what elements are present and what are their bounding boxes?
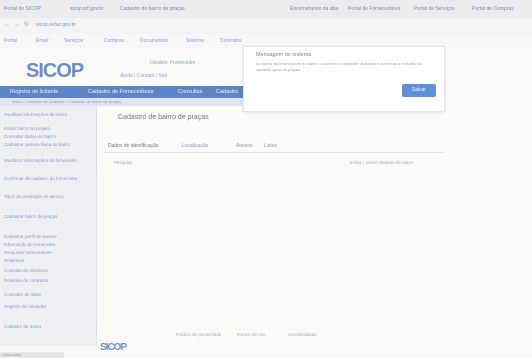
menu-item-cadastro-fornecedores[interactable]: Cadastro de Fornecedores [88,86,153,98]
bookmark[interactable]: Compras [104,36,124,46]
browser-tab[interactable]: Portal de Fornecedores [348,4,408,14]
bookmark[interactable]: Portal [4,36,17,46]
content-panel [100,172,450,322]
tab-anexos[interactable]: Anexos [236,143,253,149]
search-link[interactable]: Pesquisa [114,160,133,165]
footer-link-accessibility[interactable]: Acessibilidade [288,332,317,337]
reload-icon[interactable]: ↻ [24,21,29,28]
bookmark[interactable]: Contratos [220,36,242,46]
content-tabs: Dados de identificação Localização Anexo… [104,140,444,153]
tab-localizacao[interactable]: Localização [182,143,208,149]
bookmark[interactable]: Email [36,36,49,46]
sidebar-item[interactable]: Consultar dados do bairro [4,134,92,140]
forward-icon[interactable]: → [14,22,20,28]
header-links[interactable]: Ajuda | Contato | Sair [120,73,167,79]
back-icon[interactable]: ← [4,22,10,28]
tab-identificacao[interactable]: Dados de identificação [108,143,159,149]
sidebar-item[interactable]: Tipos de prestação de serviço [4,194,92,200]
dialog-save-button[interactable]: Salvar [402,84,436,97]
status-bar: Conectado [0,352,64,358]
page-title: Cadastro de bairro de praças [118,114,209,121]
sidebar-item[interactable]: Cadastrar bairro de praças [4,214,92,220]
sidebar-item[interactable]: Registro de unidades [4,304,92,310]
footer-link-privacy[interactable]: Política de privacidade [176,332,221,337]
sidebar-item[interactable]: Relatórios [4,258,92,264]
menu-item-registro[interactable]: Registro de licitante [10,86,58,98]
browser-tab[interactable]: Portal do SICOP [4,4,64,14]
dialog-title: Mensagem do sistema [256,52,312,58]
sidebar-item[interactable]: Confirmar de cadastro do fornecedor [4,176,92,182]
sidebar-item[interactable]: Consultar de listas [4,292,92,298]
system-dialog: Mensagem do sistema Ao salvar as informa… [243,46,445,112]
logo-text: SICOP [26,60,84,82]
browser-tab[interactable]: Portal de Serviços [414,4,466,14]
url-field[interactable]: sicop.sefaz.gov.br [36,22,76,28]
sidebar-item[interactable]: Cadastrar perfil de acesso [4,234,92,240]
footer-logo: SICOP [100,342,127,353]
browser-tab[interactable]: sicop.srf.gov.br [70,4,114,14]
sidebar-item[interactable]: Modificar informações do fornecedor [4,158,92,164]
sidebar-item[interactable]: Consulta de relatórios [4,268,92,274]
dialog-message: Ao salvar as informações do bairro, o si… [256,61,422,72]
browser-tab[interactable]: Encerramento da aba [290,4,342,14]
content-toolbar: Pesquisa Incluir | Gerar relatório de ba… [104,158,444,168]
footer-link-terms[interactable]: Termos de uso [236,332,266,337]
site-logo[interactable]: SICOP [26,60,84,83]
sidebar-item[interactable]: Incluir bairro no projeto [4,126,92,132]
toolbar-actions[interactable]: Incluir | Gerar relatório de bairro [350,160,414,165]
bookmark[interactable]: Documentos [140,36,168,46]
sidebar-item[interactable]: Informação do fornecedor [4,242,92,248]
main-menu: Registro de licitante Cadastro de Fornec… [0,86,258,98]
menu-item-cadastro[interactable]: Cadastro [216,86,238,98]
user-info: Usuário: Fornecedor [150,60,196,66]
sidebar-item[interactable]: Cadastro de bairro [4,324,92,330]
sidebar-item[interactable]: Relatório de contratos [4,278,92,284]
browser-tab-bar: Portal do SICOP sicop.srf.gov.br Cadastr… [0,0,532,18]
sidebar: Modificar informações de bairro Incluir … [0,106,97,346]
menu-item-consultas[interactable]: Consultas [178,86,202,98]
address-bar: ← → ↻ sicop.sefaz.gov.br [0,18,532,35]
bookmark[interactable]: Serviços [64,36,83,46]
browser-tab[interactable]: Portal de Compras [472,4,522,14]
browser-tab[interactable]: Cadastro do bairro de praças [120,4,192,14]
sidebar-item[interactable]: Pesquisar fornecedores [4,250,92,256]
sidebar-item[interactable]: Modificar informações de bairro [4,112,92,118]
sidebar-item[interactable]: Cadastrar pessoa física do bairro [4,142,92,148]
tab-listas[interactable]: Listas [264,143,277,149]
breadcrumb: Início > Cadastro de licitantes > Cadast… [0,98,258,106]
bookmark[interactable]: Sistema [186,36,204,46]
